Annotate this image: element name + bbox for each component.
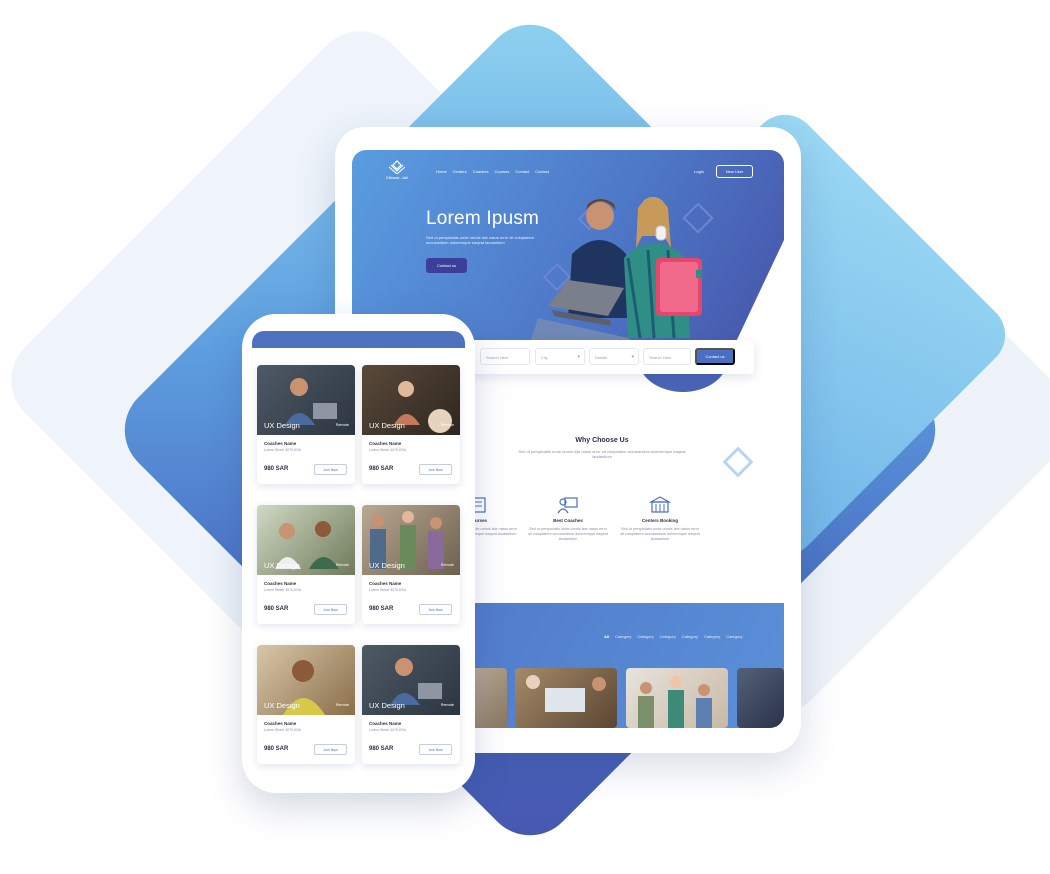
coach-name: Coaches Name	[369, 441, 402, 446]
diamond-decoration	[722, 446, 754, 478]
search-field-details[interactable]: Details ▾	[589, 348, 639, 365]
course-card[interactable]: UX Design Remote Coaches Name Lorem Stre…	[362, 505, 460, 624]
course-card[interactable]: UX Design Remote Coaches Name Lorem Stre…	[362, 365, 460, 484]
course-category: UX Design	[264, 421, 300, 430]
phone-mockup: UX Design Remote Coaches Name Lorem Stre…	[242, 314, 475, 793]
course-category: UX Design	[264, 561, 300, 570]
feature-text: Sed ut perspiciatis unde omnis iste natu…	[620, 527, 700, 541]
course-address: Lorem Street 3070,KSA	[369, 448, 406, 452]
search-field-extra[interactable]: Search Here	[643, 348, 691, 365]
tab-category[interactable]: Category	[615, 634, 631, 639]
course-price: 980 SAR	[369, 466, 394, 472]
join-now-button[interactable]: Join Now	[419, 604, 452, 615]
city-select-label: City	[541, 355, 548, 360]
hero-title: Lorem Ipusm	[426, 208, 540, 229]
coach-name: Coaches Name	[264, 721, 297, 726]
course-thumbnail[interactable]	[515, 668, 617, 728]
course-mode: Remote	[440, 423, 454, 427]
tab-category[interactable]: Category	[660, 634, 676, 639]
course-address: Lorem Street 3070,KSA	[369, 728, 406, 732]
course-price: 980 SAR	[369, 606, 394, 612]
chevron-down-icon: ▾	[631, 354, 634, 360]
join-now-button[interactable]: Join Now	[314, 744, 347, 755]
coach-name: Coaches Name	[264, 581, 297, 586]
new-user-button[interactable]: New User	[716, 165, 753, 178]
course-address: Lorem Street 3070,KSA	[369, 588, 406, 592]
why-choose-us-subtitle: Sed ut perspiciatis unde omnis iste natu…	[518, 449, 686, 459]
logo-icon	[388, 160, 406, 174]
course-price: 980 SAR	[369, 746, 394, 752]
search-field-city[interactable]: City ▾	[535, 348, 585, 365]
course-mode: Remote	[335, 563, 349, 567]
search-field-keyword[interactable]: Search Here	[480, 348, 530, 365]
nav-item-contact[interactable]: Contact	[515, 169, 529, 174]
nav-item-coaches[interactable]: Coaches	[473, 169, 489, 174]
course-category: UX Design	[369, 561, 405, 570]
course-address: Lorem Street 3070,KSA	[264, 448, 301, 452]
details-select-label: Details	[595, 355, 608, 360]
course-price: 980 SAR	[264, 466, 289, 472]
login-link[interactable]: Login	[694, 169, 704, 174]
students-illustration	[528, 197, 714, 348]
course-mode: Remote	[440, 703, 454, 707]
course-thumbnail[interactable]	[626, 668, 728, 728]
nav-item-contact-2[interactable]: Contact	[535, 169, 549, 174]
search-bar: Search Here City ▾ Details ▾ Search Here…	[452, 340, 754, 374]
building-icon	[649, 496, 671, 513]
course-card[interactable]: UX Design Remote Coaches Name Lorem Stre…	[257, 365, 355, 484]
tab-category[interactable]: Category	[726, 634, 742, 639]
course-mode: Remote	[440, 563, 454, 567]
nav-item-courses[interactable]: Courses	[494, 169, 509, 174]
tab-category[interactable]: Category	[637, 634, 653, 639]
coach-name: Coaches Name	[264, 441, 297, 446]
join-now-button[interactable]: Join Now	[314, 604, 347, 615]
group-photo	[638, 676, 712, 728]
course-card[interactable]: UX Design Remote Coaches Name Lorem Stre…	[362, 645, 460, 764]
course-mode: Remote	[335, 423, 349, 427]
phone-header-bar	[252, 331, 465, 348]
tab-category[interactable]: Category	[682, 634, 698, 639]
nav-item-home[interactable]: Home	[436, 169, 447, 174]
course-mode: Remote	[335, 703, 349, 707]
feature-title: Best Coaches	[553, 518, 583, 523]
course-category: UX Design	[369, 421, 405, 430]
join-now-button[interactable]: Join Now	[419, 464, 452, 475]
hero-contact-button[interactable]: Contact us	[426, 258, 467, 273]
join-now-button[interactable]: Join Now	[419, 744, 452, 755]
coach-name: Coaches Name	[369, 581, 402, 586]
feature-title: Centers Booking	[641, 518, 678, 523]
course-card[interactable]: UX Design Remote Coaches Name Lorem Stre…	[257, 505, 355, 624]
course-price: 980 SAR	[264, 746, 289, 752]
coach-name: Coaches Name	[369, 721, 402, 726]
course-category: UX Design	[264, 701, 300, 710]
logo[interactable]: Elitraas -Jail	[382, 160, 412, 180]
coach-icon	[557, 497, 578, 514]
nav-item-centers[interactable]: Centers	[453, 169, 467, 174]
tab-category[interactable]: Category	[704, 634, 720, 639]
course-address: Lorem Street 3070,KSA	[264, 588, 301, 592]
course-address: Lorem Street 3070,KSA	[264, 728, 301, 732]
search-contact-button[interactable]: Contact us	[695, 348, 735, 365]
top-nav: Home Centers Coaches Courses Contact Con…	[436, 169, 549, 174]
course-category: UX Design	[369, 701, 405, 710]
category-tabs: All Category Category Category Category …	[604, 634, 743, 639]
course-card[interactable]: UX Design Remote Coaches Name Lorem Stre…	[257, 645, 355, 764]
course-thumbnail[interactable]	[737, 668, 784, 728]
chevron-down-icon: ▾	[577, 354, 580, 360]
feature-best-coaches: Best Coaches Sed ut perspiciatis unde om…	[528, 496, 608, 541]
why-choose-us-title: Why Choose Us	[575, 437, 629, 444]
course-price: 980 SAR	[264, 606, 289, 612]
tab-all[interactable]: All	[604, 634, 609, 639]
logo-text: Elitraas -Jail	[386, 175, 408, 180]
join-now-button[interactable]: Join Now	[314, 464, 347, 475]
meeting-photo	[526, 675, 606, 712]
feature-text: Sed ut perspiciatis unde omnis iste natu…	[528, 527, 608, 541]
feature-centers-booking: Centers Booking Sed ut perspiciatis unde…	[620, 496, 700, 541]
